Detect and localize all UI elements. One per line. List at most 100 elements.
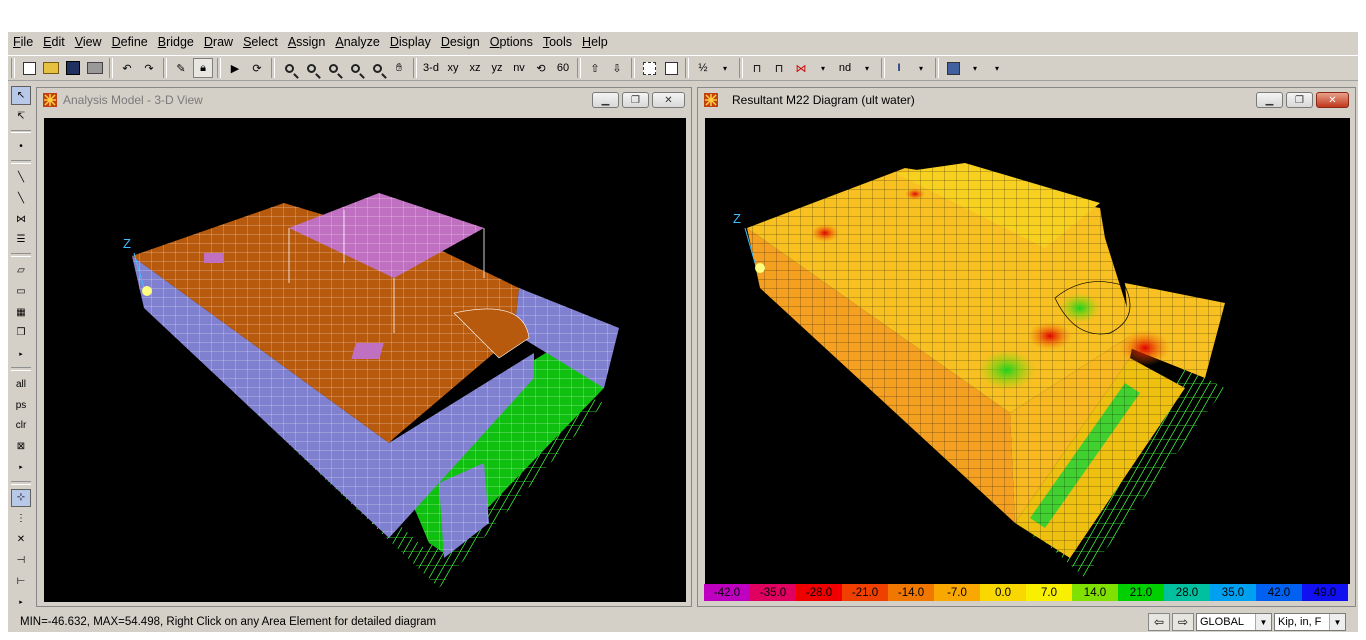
show-deformed-shape-button[interactable]: ⊓ (747, 58, 767, 78)
assign-button[interactable]: ½ (693, 58, 713, 78)
select-all-button[interactable]: all (11, 375, 31, 394)
lock-model-button[interactable]: 🔒︎ (193, 58, 213, 78)
menu-define[interactable]: Define (107, 32, 153, 53)
restore-previous-zoom-button[interactable] (323, 58, 343, 78)
menu-analyze[interactable]: Analyze (330, 32, 384, 53)
show-forces-button[interactable]: ⊓ (769, 58, 789, 78)
menu-view[interactable]: View (70, 32, 107, 53)
new-model-button[interactable] (19, 58, 39, 78)
window-title-bar[interactable]: Resultant M22 Diagram (ult water) ▁ ❐ ✕ (698, 88, 1355, 112)
pointer-tool[interactable]: ↖ (11, 86, 31, 105)
close-button[interactable]: ✕ (652, 92, 685, 108)
legend-cell: 35.0 (1210, 584, 1256, 601)
quick-draw-frame-tool[interactable]: ╲ (11, 189, 31, 208)
move-down-button[interactable]: ⇩ (607, 58, 627, 78)
draw-poly-area-tool[interactable]: ▱ (11, 261, 31, 280)
model-3d-viewport[interactable]: Z (44, 118, 686, 602)
quick-draw-area-tool[interactable]: ▦ (11, 303, 31, 322)
redo-button[interactable]: ↷ (139, 58, 159, 78)
menu-assign[interactable]: Assign (283, 32, 331, 53)
menu-options[interactable]: Options (485, 32, 538, 53)
toolbar-overflow-button[interactable]: ▾ (857, 58, 877, 78)
chevron-down-icon: ▾ (994, 63, 999, 73)
view-nv-button[interactable]: nv (509, 58, 529, 78)
draw-secondary-beams-tool[interactable]: ☰ (11, 230, 31, 249)
menu-tools[interactable]: Tools (538, 32, 577, 53)
display-tables-button[interactable] (943, 58, 963, 78)
snap-ends-icon: ⋮ (16, 513, 26, 525)
area-icon: ▦ (16, 306, 26, 318)
reshape-tool[interactable]: ↸ (11, 107, 31, 126)
units-select[interactable]: Kip, in, F ▼ (1274, 613, 1346, 631)
menu-display[interactable]: Display (385, 32, 436, 53)
show-nd-button[interactable]: nd (835, 58, 855, 78)
next-view-button[interactable]: ⇨ (1172, 613, 1194, 631)
restore-full-view-button[interactable] (301, 58, 321, 78)
restore-button[interactable]: ❐ (622, 92, 649, 108)
print-button[interactable] (85, 58, 105, 78)
menu-draw[interactable]: Draw (199, 32, 238, 53)
snap-to-intersections-button[interactable]: ✕ (11, 530, 31, 549)
pencil-icon: ✎ (176, 62, 186, 75)
move-up-button[interactable]: ⇧ (585, 58, 605, 78)
snap-to-points-button[interactable]: ⊹ (11, 488, 31, 508)
snap-to-ends-button[interactable]: ⋮ (11, 509, 31, 528)
get-previous-selection-button[interactable]: ps (11, 396, 31, 415)
m22-diagram-viewport[interactable]: Z (705, 118, 1350, 584)
previous-view-button[interactable]: ⇦ (1148, 613, 1170, 631)
legend-cell: -35.0 (750, 584, 796, 601)
draw-joint-tool[interactable]: • (11, 137, 31, 156)
object-shrink-button[interactable] (639, 58, 659, 78)
menu-help[interactable]: Help (577, 32, 613, 53)
close-button[interactable]: ✕ (1316, 92, 1349, 108)
toolbar-overflow-button[interactable]: ▾ (987, 58, 1007, 78)
set-display-options-button[interactable] (661, 58, 681, 78)
run-analysis-button[interactable]: ▶ (225, 58, 245, 78)
menu-select[interactable]: Select (238, 32, 283, 53)
draw-solid-tool[interactable]: ❒ (11, 323, 31, 342)
snap-perpendicular-button[interactable]: ⊣ (11, 551, 31, 570)
menu-design[interactable]: Design (436, 32, 485, 53)
minimize-button[interactable]: ▁ (592, 92, 619, 108)
undo-button[interactable]: ↶ (117, 58, 137, 78)
zoom-window-button[interactable] (279, 58, 299, 78)
window-title-bar[interactable]: Analysis Model - 3-D View ▁ ❐ ✕ (37, 88, 691, 112)
section-dropdown[interactable]: ▾ (911, 58, 931, 78)
toolbar-overflow-button[interactable]: ▾ (715, 58, 735, 78)
menu-bridge[interactable]: Bridge (153, 32, 199, 53)
toolbar-expand-button[interactable]: ▸ (11, 458, 31, 477)
view-xy-button[interactable]: xy (443, 58, 463, 78)
minimize-button[interactable]: ▁ (1256, 92, 1283, 108)
view-yz-button[interactable]: yz (487, 58, 507, 78)
toolbar-expand-button[interactable]: ▸ (11, 592, 31, 611)
intersecting-line-select-button[interactable]: ⊠ (11, 437, 31, 456)
menu-file[interactable]: File (8, 32, 38, 53)
coordinate-system-select[interactable]: GLOBAL ▼ (1196, 613, 1272, 631)
open-button[interactable] (41, 58, 61, 78)
show-stresses-button[interactable]: ⋈ (791, 58, 811, 78)
pan-button[interactable]: ✋︎ (389, 58, 409, 78)
floppy-disk-icon (66, 61, 80, 75)
section-designer-button[interactable]: I (889, 58, 909, 78)
line-select-icon: ⊠ (16, 441, 26, 453)
snap-lines-button[interactable]: ⊢ (11, 572, 31, 591)
window-controls: ▁ ❐ ✕ (1256, 92, 1349, 108)
toolbar-expand-button[interactable]: ▸ (11, 344, 31, 363)
draw-frame-tool[interactable]: ╲ (11, 168, 31, 187)
clear-selection-button[interactable]: clr (11, 416, 31, 435)
rubber-band-zoom-button[interactable]: ⟳ (247, 58, 267, 78)
zoom-out-button[interactable] (367, 58, 387, 78)
draw-rect-area-tool[interactable]: ▭ (11, 282, 31, 301)
zoom-in-button[interactable] (345, 58, 365, 78)
stresses-dropdown[interactable]: ▾ (813, 58, 833, 78)
tables-dropdown[interactable]: ▾ (965, 58, 985, 78)
save-button[interactable] (63, 58, 83, 78)
rotate-3d-button[interactable]: ⟲ (531, 58, 551, 78)
menu-edit[interactable]: Edit (38, 32, 70, 53)
view-xz-button[interactable]: xz (465, 58, 485, 78)
view-3d-button[interactable]: 3-d (421, 58, 441, 78)
draw-braces-tool[interactable]: ⋈ (11, 210, 31, 229)
restore-button[interactable]: ❐ (1286, 92, 1313, 108)
refresh-view-button[interactable]: ✎ (171, 58, 191, 78)
perspective-toggle-button[interactable]: 60 (553, 58, 573, 78)
